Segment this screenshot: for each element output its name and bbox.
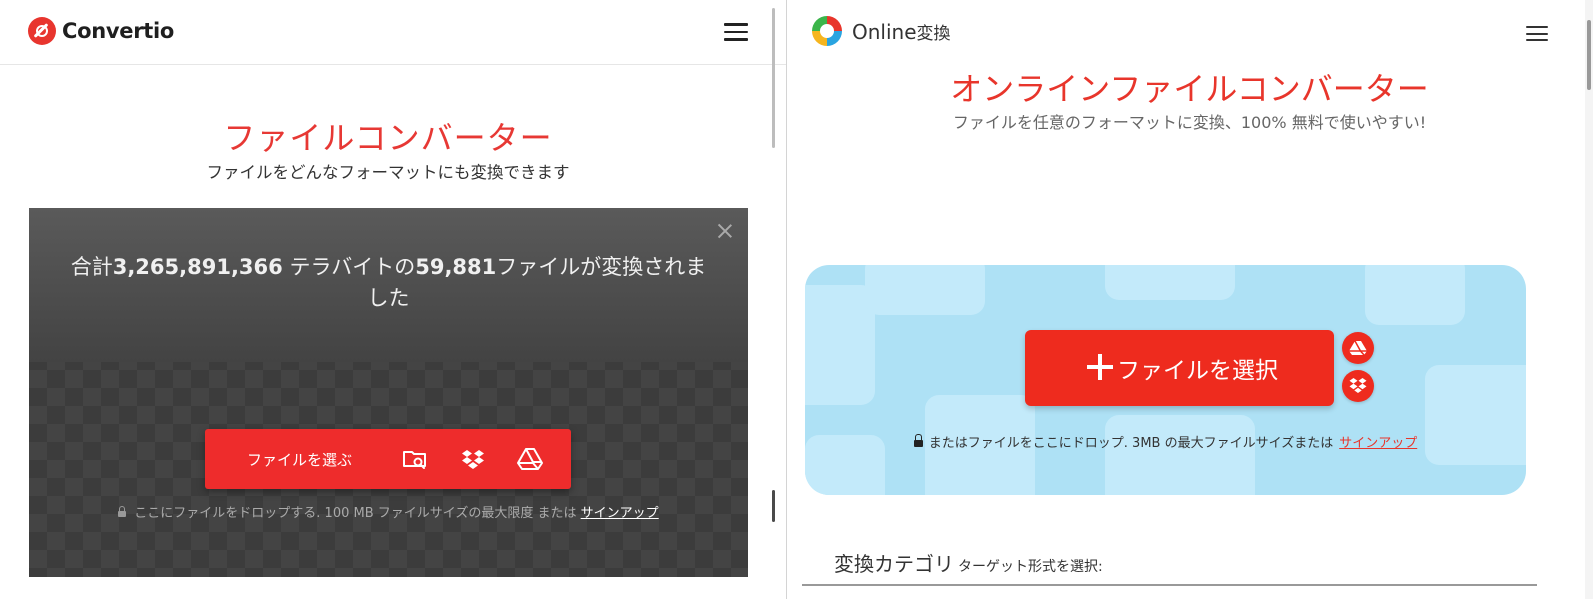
brand-name: Online変換	[852, 19, 951, 44]
categories-title: 変換カテゴリ	[834, 552, 954, 576]
close-icon[interactable]	[716, 222, 734, 240]
categories-subtitle: ターゲット形式を選択:	[958, 559, 1103, 575]
header: Convertio	[0, 0, 786, 65]
online-henkan-logo[interactable]: Online変換	[809, 13, 951, 49]
brand-jp: 変換	[916, 23, 951, 44]
folder-search-icon[interactable]	[401, 445, 429, 473]
signup-link[interactable]: サインアップ	[1339, 436, 1417, 451]
brand-name: Convertio	[62, 19, 175, 43]
stats-file-count: 59,881	[415, 255, 497, 279]
scrollbar[interactable]	[1585, 0, 1593, 599]
convertio-logo[interactable]: Convertio	[28, 17, 174, 45]
convertio-panel: Convertio ファイルコンバーター ファイルをどんなフォーマットにも変換で…	[0, 0, 787, 599]
page-title: ファイルコンバーター	[223, 119, 553, 157]
drop-hint-text: またはファイルをここにドロップ. 3MB の最大ファイルサイズまたは	[928, 436, 1334, 451]
upload-box[interactable]: 合計3,265,891,366 テラバイトの59,881ファイルが変換されました…	[29, 208, 748, 577]
lock-icon	[118, 506, 127, 517]
convertio-logo-icon	[28, 17, 56, 45]
google-drive-icon[interactable]	[1342, 332, 1374, 364]
choose-files-label: ファイルを選ぶ	[247, 451, 353, 469]
plus-icon	[1087, 354, 1113, 380]
signup-link[interactable]: サインアップ	[581, 506, 659, 521]
drop-hint-text: ここにファイルをドロップする. 100 MB ファイルサイズの最大限度 または	[134, 506, 577, 521]
stats-size-unit: テラバイトの	[282, 255, 416, 279]
scrollbar-lower	[772, 490, 775, 522]
conversion-stats: 合計3,265,891,366 テラバイトの59,881ファイルが変換されました	[69, 252, 708, 314]
conversion-categories-heading: 変換カテゴリ ターゲット形式を選択:	[834, 548, 1103, 577]
drop-hint: またはファイルをここにドロップ. 3MB の最大ファイルサイズまたは サインアップ	[805, 432, 1526, 451]
drop-hint: ここにファイルをドロップする. 100 MB ファイルサイズの最大限度 または …	[29, 502, 748, 521]
choose-files-button[interactable]: ファイルを選ぶ	[205, 429, 571, 489]
google-drive-icon[interactable]	[516, 445, 544, 473]
select-file-button[interactable]: ファイルを選択	[1025, 330, 1334, 406]
dropbox-icon[interactable]	[1342, 370, 1374, 402]
page-subtitle: ファイルをどんなフォーマットにも変換できます	[206, 163, 570, 182]
page-title: オンラインファイルコンバーター	[950, 70, 1429, 108]
drop-zone[interactable]: ファイルを選択 またはファイルをここにドロップ. 3MB の最大ファイルサイズま…	[805, 265, 1526, 495]
divider	[802, 584, 1537, 586]
brand-latin: Online	[852, 19, 917, 44]
dropbox-icon[interactable]	[459, 445, 487, 473]
lock-icon	[913, 434, 923, 447]
scrollbar-thumb[interactable]	[1587, 20, 1591, 90]
menu-icon[interactable]	[724, 23, 748, 41]
stats-banner: 合計3,265,891,366 テラバイトの59,881ファイルが変換されました	[29, 208, 748, 362]
menu-icon[interactable]	[1526, 26, 1548, 44]
stats-prefix: 合計	[70, 255, 113, 279]
page-subtitle: ファイルを任意のフォーマットに変換、100% 無料で使いやすい!	[952, 113, 1427, 132]
online-henkan-logo-icon	[809, 13, 845, 49]
select-file-label: ファイルを選択	[1117, 358, 1278, 384]
online-henkan-panel: Online変換 オンラインファイルコンバーター ファイルを任意のフォーマットに…	[802, 0, 1593, 599]
stats-total-size: 3,265,891,366	[112, 255, 283, 279]
